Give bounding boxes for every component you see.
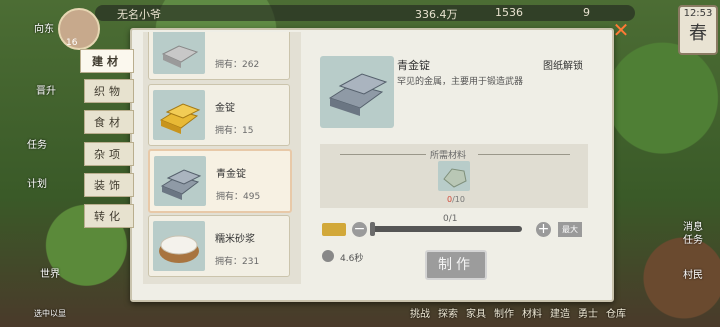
silver-ingot-icon [153, 32, 205, 74]
season-clock[interactable]: 12:53 春 [678, 5, 718, 55]
divider [478, 154, 570, 155]
clock-icon [322, 250, 334, 262]
resource-coins: 336.4万 [415, 8, 458, 21]
nav-explore[interactable]: 探索 [438, 305, 458, 325]
side-home[interactable]: 向东 [34, 20, 54, 35]
season-label: 春 [689, 23, 707, 44]
craft-time: 4.6秒 [340, 254, 364, 264]
detail-item-name: 青金锭 [397, 59, 430, 72]
nav-warehouse[interactable]: 仓库 [606, 305, 626, 325]
side-village[interactable]: 村民 [683, 266, 703, 281]
resource-gems: 1536 [495, 6, 523, 19]
gold-cost-icon [322, 223, 346, 236]
tab-food[interactable]: 食材 [84, 110, 134, 134]
item-name: 金锭 [215, 103, 235, 114]
nav-craft[interactable]: 制作 [494, 305, 514, 325]
minus-button[interactable]: − [352, 222, 367, 237]
quantity-slider[interactable] [370, 222, 522, 236]
detail-item-desc: 罕见的金属，主要用于锻造武器 [397, 77, 524, 87]
item-owned: 拥有：231 [215, 257, 260, 267]
item-name: 糯米砂浆 [215, 234, 255, 245]
bluegold-ingot-icon [154, 156, 206, 206]
list-item-selected[interactable]: 青金锭 拥有：495 [148, 149, 292, 213]
plus-button[interactable]: + [536, 222, 551, 237]
list-item[interactable]: 金锭 拥有：15 [148, 84, 290, 146]
detail-item-icon [320, 56, 394, 128]
side-upgrade[interactable]: 晋升 [36, 82, 56, 97]
side-select[interactable]: 选中以显 [34, 308, 66, 319]
side-activity[interactable]: 任务 [683, 231, 703, 246]
raw-ore-icon[interactable] [438, 161, 470, 191]
tab-decoration[interactable]: 装饰 [84, 173, 134, 197]
item-owned: 拥有：262 [215, 60, 260, 70]
tab-conversion[interactable]: 转化 [84, 204, 134, 228]
side-plan[interactable]: 计划 [27, 175, 47, 190]
tab-building-materials[interactable]: 建材 [80, 49, 134, 73]
item-owned: 拥有：495 [216, 192, 261, 202]
nav-warrior[interactable]: 勇士 [578, 305, 598, 325]
item-owned: 拥有：15 [215, 126, 254, 136]
max-button[interactable]: 最大 [558, 222, 582, 237]
nav-challenge[interactable]: 挑战 [410, 305, 430, 325]
quantity-readout: 0/1 [443, 214, 458, 224]
blueprint-unlock-button[interactable]: 图纸解锁 [543, 57, 583, 72]
material-count: 0/10 [447, 195, 465, 204]
list-item[interactable]: 拥有：262 [148, 32, 290, 80]
player-avatar[interactable] [58, 8, 100, 50]
player-level: 16 [66, 38, 78, 48]
materials-title: 所需材料 [430, 151, 467, 161]
nav-furniture[interactable]: 家具 [466, 305, 486, 325]
gold-ingot-icon [153, 90, 205, 140]
player-name: 无名小爷 [117, 8, 161, 21]
nav-build[interactable]: 建造 [550, 305, 570, 325]
bottom-nav: 挑战 探索 家具 制作 材料 建造 勇士 仓库 [410, 305, 720, 325]
side-world[interactable]: 世界 [40, 265, 60, 280]
resource-bar: 无名小爷 336.4万 1536 9 [95, 5, 635, 21]
list-item[interactable]: 糯米砂浆 拥有：231 [148, 215, 290, 277]
rice-mortar-icon [153, 221, 205, 271]
item-list[interactable]: 拥有：262 金锭 拥有：15 青金锭 拥有：495 糯米砂浆 拥有：231 [143, 32, 301, 284]
nav-materials[interactable]: 材料 [522, 305, 542, 325]
divider [340, 154, 426, 155]
season-time: 12:53 [683, 8, 713, 19]
make-button[interactable]: 制作 [425, 250, 487, 280]
tab-fabrics[interactable]: 织物 [84, 79, 134, 103]
close-icon[interactable]: ✕ [612, 20, 630, 40]
item-name: 青金锭 [216, 169, 246, 180]
slider-handle[interactable] [370, 222, 375, 236]
resource-tickets: 9 [583, 6, 590, 19]
material-need: /10 [452, 195, 465, 204]
tab-misc[interactable]: 杂项 [84, 142, 134, 166]
side-task[interactable]: 任务 [27, 136, 47, 151]
